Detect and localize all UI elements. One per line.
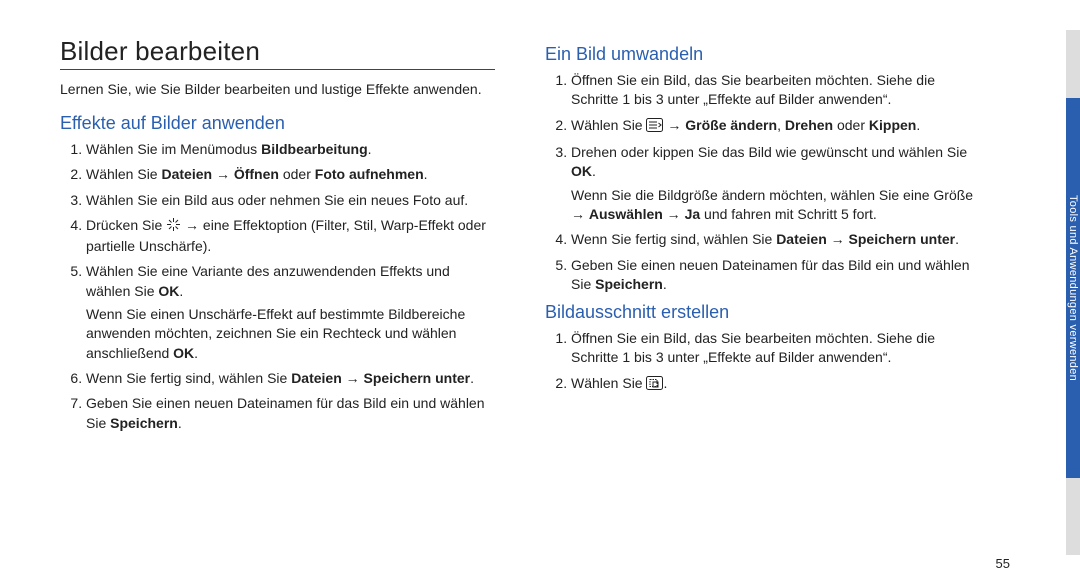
step-bold: Größe ändern <box>685 117 777 133</box>
step-bold: Kippen <box>869 117 916 133</box>
step-bold: OK <box>158 283 179 299</box>
step-text: Wählen Sie <box>86 166 161 182</box>
arrow: → <box>827 231 849 247</box>
step-text: . <box>178 415 182 431</box>
note-text: . <box>194 345 198 361</box>
section-effects-title: Effekte auf Bilder anwenden <box>60 113 495 134</box>
step-bold: Speichern <box>595 276 663 292</box>
crop-steps: Öffnen Sie ein Bild, das Sie bearbeiten … <box>545 329 980 395</box>
magic-effect-icon <box>166 217 181 237</box>
list-item: Wählen Sie → Größe ändern, Drehen oder K… <box>571 116 980 137</box>
side-tab-label: Tools und Anwendungen verwenden <box>1066 98 1080 478</box>
step-text: . <box>916 117 920 133</box>
title-rule <box>60 69 495 70</box>
list-item: Geben Sie einen neuen Dateinamen für das… <box>86 394 495 433</box>
note-bold: Auswählen <box>589 206 663 222</box>
step-note: Wenn Sie die Bildgröße ändern möchten, w… <box>571 186 980 225</box>
arrow: → <box>342 370 364 386</box>
step-text: Wenn Sie fertig sind, wählen Sie <box>86 370 291 386</box>
step-bold: Dateien <box>291 370 342 386</box>
note-text: und fahren mit Schritt 5 fort. <box>700 206 877 222</box>
menu-icon <box>646 118 663 137</box>
note-bold: OK <box>173 345 194 361</box>
list-item: Wenn Sie fertig sind, wählen Sie Dateien… <box>571 230 980 249</box>
step-text: . <box>663 375 667 391</box>
step-text: Drücken Sie <box>86 217 166 233</box>
step-text: . <box>179 283 183 299</box>
step-bold: Öffnen <box>234 166 279 182</box>
crop-icon <box>646 376 663 395</box>
step-text: Wählen Sie im Menümodus <box>86 141 261 157</box>
step-bold: Speichern unter <box>849 231 956 247</box>
page-title: Bilder bearbeiten <box>60 36 495 67</box>
list-item: Wählen Sie ein Bild aus oder nehmen Sie … <box>86 191 495 210</box>
list-item: Drücken Sie → eine Effektoption (Filter,… <box>86 216 495 257</box>
step-text: Wählen Sie <box>571 375 646 391</box>
list-item: Wählen Sie eine Variante des anzuwendend… <box>86 262 495 363</box>
step-text: . <box>470 370 474 386</box>
step-bold: Speichern unter <box>364 370 471 386</box>
step-text: Drehen oder kippen Sie das Bild wie gewü… <box>571 144 967 160</box>
step-text: . <box>424 166 428 182</box>
list-item: Wenn Sie fertig sind, wählen Sie Dateien… <box>86 369 495 388</box>
transform-steps: Öffnen Sie ein Bild, das Sie bearbeiten … <box>545 71 980 294</box>
list-item: Wählen Sie . <box>571 374 980 395</box>
section-transform-title: Ein Bild umwandeln <box>545 44 980 65</box>
step-bold: Dateien <box>161 166 212 182</box>
list-item: Wählen Sie Dateien → Öffnen oder Foto au… <box>86 165 495 184</box>
page-content: Bilder bearbeiten Lernen Sie, wie Sie Bi… <box>0 0 1040 585</box>
arrow: → <box>663 117 685 133</box>
step-bold: OK <box>571 163 592 179</box>
section-crop-title: Bildausschnitt erstellen <box>545 302 980 323</box>
arrow: → <box>212 166 234 182</box>
effects-steps: Wählen Sie im Menümodus Bildbearbeitung.… <box>60 140 495 433</box>
step-text: . <box>368 141 372 157</box>
right-column: Ein Bild umwandeln Öffnen Sie ein Bild, … <box>545 36 980 565</box>
step-text: oder <box>833 117 869 133</box>
left-column: Bilder bearbeiten Lernen Sie, wie Sie Bi… <box>60 36 495 565</box>
note-bold: Ja <box>685 206 701 222</box>
arrow: → <box>663 206 685 222</box>
step-text: oder <box>279 166 315 182</box>
step-bold: Drehen <box>785 117 833 133</box>
step-bold: Dateien <box>776 231 827 247</box>
step-text: Wählen Sie eine Variante des anzuwendend… <box>86 263 450 298</box>
intro-text: Lernen Sie, wie Sie Bilder bearbeiten un… <box>60 80 495 99</box>
step-text: . <box>592 163 596 179</box>
page-number: 55 <box>996 556 1010 571</box>
list-item: Drehen oder kippen Sie das Bild wie gewü… <box>571 143 980 224</box>
step-text: Wählen Sie <box>571 117 646 133</box>
note-text: Wenn Sie einen Unschärfe-Effekt auf best… <box>86 306 465 361</box>
step-text: . <box>663 276 667 292</box>
list-item: Wählen Sie im Menümodus Bildbearbeitung. <box>86 140 495 159</box>
step-bold: Bildbearbeitung <box>261 141 368 157</box>
step-text: Wenn Sie fertig sind, wählen Sie <box>571 231 776 247</box>
step-text: . <box>955 231 959 247</box>
list-item: Öffnen Sie ein Bild, das Sie bearbeiten … <box>571 71 980 110</box>
step-bold: Foto aufnehmen <box>315 166 424 182</box>
step-bold: Speichern <box>110 415 178 431</box>
list-item: Geben Sie einen neuen Dateinamen für das… <box>571 256 980 295</box>
step-note: Wenn Sie einen Unschärfe-Effekt auf best… <box>86 305 495 363</box>
step-text: , <box>777 117 785 133</box>
list-item: Öffnen Sie ein Bild, das Sie bearbeiten … <box>571 329 980 368</box>
